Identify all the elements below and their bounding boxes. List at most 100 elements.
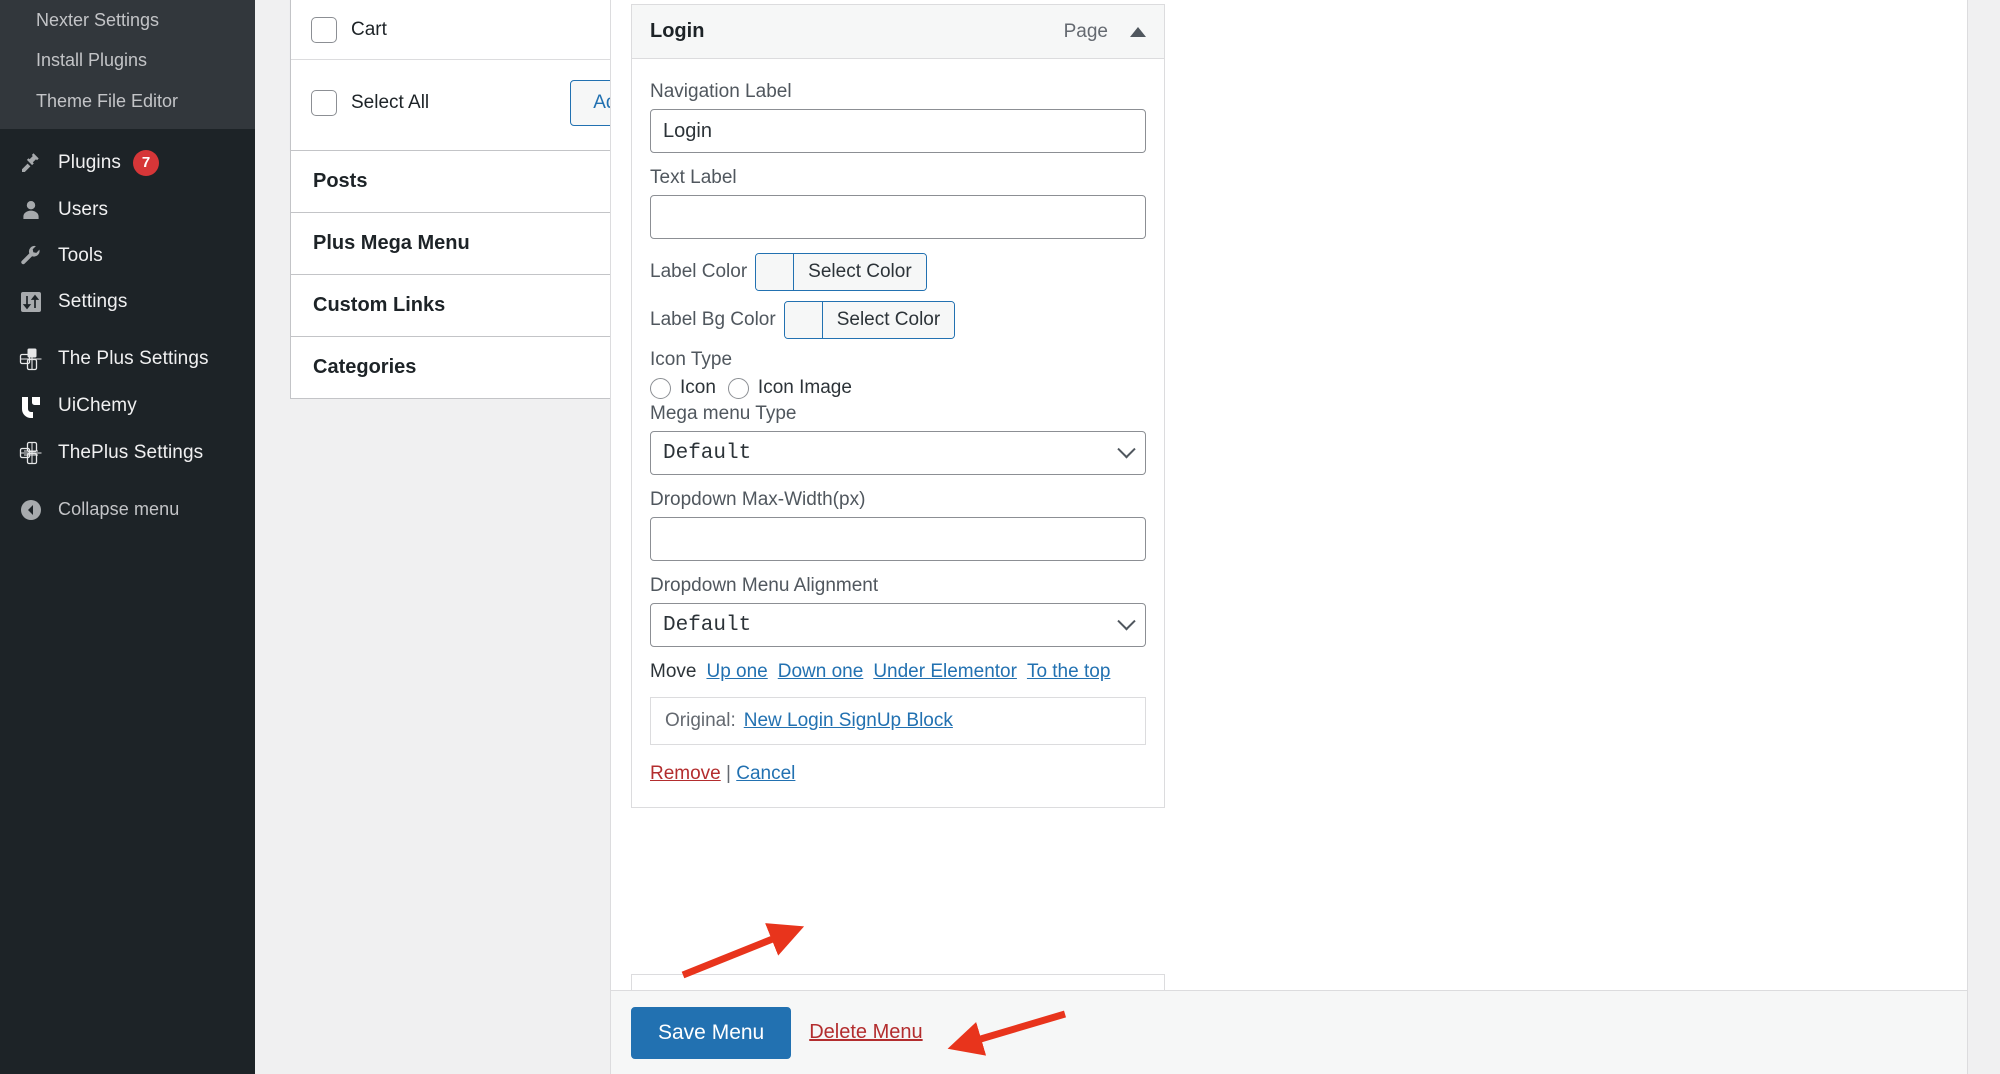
user-icon bbox=[14, 198, 48, 222]
theplus-icon bbox=[14, 440, 48, 466]
original-link[interactable]: New Login SignUp Block bbox=[744, 710, 953, 731]
move-row: Move Up one Down one Under Elementor To the … bbox=[650, 661, 1146, 683]
remove-cancel-row: Remove | Cancel bbox=[650, 763, 1146, 785]
cart-label: Cart bbox=[351, 19, 387, 41]
mega-menu-type-select[interactable]: Default bbox=[650, 431, 1146, 475]
wrench-icon bbox=[14, 244, 48, 268]
label-bg-color-select-button[interactable]: Select Color bbox=[823, 302, 955, 338]
menu-item-settings: Navigation Label Text Label Label Color … bbox=[632, 59, 1164, 807]
sidebar-item-label: Theme File Editor bbox=[36, 91, 178, 111]
menu-item-title: Login bbox=[650, 20, 704, 43]
sidebar-item-plugins[interactable]: Plugins 7 bbox=[0, 139, 255, 187]
sidebar-divider bbox=[0, 477, 255, 487]
sidebar-submenu-group: Nexter Settings Install Plugins Theme Fi… bbox=[0, 0, 255, 129]
text-label-input[interactable] bbox=[650, 195, 1146, 239]
delete-menu-link[interactable]: Delete Menu bbox=[809, 1021, 922, 1044]
icon-type-option-icon-image[interactable]: Icon Image bbox=[728, 377, 852, 399]
select-all-label: Select All bbox=[351, 92, 429, 114]
sidebar-item-label: UiChemy bbox=[58, 395, 137, 417]
chevron-down-icon bbox=[1117, 612, 1135, 630]
select-all-group[interactable]: Select All bbox=[311, 90, 429, 116]
icon-type-label: Icon Type bbox=[650, 349, 1146, 371]
dropdown-alignment-value: Default bbox=[663, 614, 751, 637]
sidebar-item-label: The Plus Settings bbox=[58, 348, 209, 370]
menu-item-login: Login Page Navigation Label Text Label L… bbox=[631, 4, 1165, 808]
uichemy-icon bbox=[14, 394, 48, 418]
sidebar-item-label: Install Plugins bbox=[36, 50, 147, 70]
label-color-select-button[interactable]: Select Color bbox=[794, 254, 926, 290]
caret-up-icon[interactable] bbox=[1130, 27, 1146, 37]
navigation-label-input[interactable] bbox=[650, 109, 1146, 153]
sidebar-item-label: Settings bbox=[58, 291, 127, 313]
dropdown-max-width-label: Dropdown Max-Width(px) bbox=[650, 489, 1146, 511]
sidebar-item-nexter-settings[interactable]: Nexter Settings bbox=[0, 0, 255, 40]
label-bg-color-picker[interactable]: Select Color bbox=[784, 301, 956, 339]
label-bg-color-label: Label Bg Color bbox=[650, 309, 776, 331]
sidebar-item-label: Tools bbox=[58, 245, 103, 267]
menu-save-bar: Save Menu Delete Menu bbox=[610, 990, 1968, 1074]
text-label-label: Text Label bbox=[650, 167, 1146, 189]
menu-item-type-label: Page bbox=[1064, 21, 1108, 43]
label-color-label: Label Color bbox=[650, 261, 747, 283]
admin-sidebar: Nexter Settings Install Plugins Theme Fi… bbox=[0, 0, 255, 1074]
menu-item-header[interactable]: Login Page bbox=[632, 5, 1164, 59]
dropdown-alignment-label: Dropdown Menu Alignment bbox=[650, 575, 1146, 597]
collapse-arrow-icon bbox=[14, 498, 48, 522]
mega-menu-type-label: Mega menu Type bbox=[650, 403, 1146, 425]
original-row: Original: New Login SignUp Block bbox=[650, 697, 1146, 745]
collapse-menu-button[interactable]: Collapse menu bbox=[0, 487, 255, 533]
sidebar-item-label: Plugins bbox=[58, 152, 121, 174]
radio-icon[interactable] bbox=[650, 378, 671, 399]
link-separator: | bbox=[726, 763, 731, 784]
mega-menu-type-value: Default bbox=[663, 442, 751, 465]
accordion-label: Categories bbox=[313, 356, 416, 379]
move-up-one-link[interactable]: Up one bbox=[706, 661, 767, 682]
icon-type-radio-group: Icon Icon Image bbox=[650, 377, 1146, 399]
sidebar-item-tools[interactable]: Tools bbox=[0, 233, 255, 279]
cancel-link[interactable]: Cancel bbox=[736, 763, 795, 784]
the-plus-icon bbox=[14, 346, 48, 372]
dropdown-max-width-input[interactable] bbox=[650, 517, 1146, 561]
sidebar-item-label: ThePlus Settings bbox=[58, 442, 203, 464]
settings-sliders-icon bbox=[14, 290, 48, 314]
accordion-label: Custom Links bbox=[313, 294, 445, 317]
select-all-checkbox[interactable] bbox=[311, 90, 337, 116]
collapse-menu-label: Collapse menu bbox=[58, 499, 179, 520]
sidebar-item-label: Users bbox=[58, 199, 108, 221]
plugins-update-count-badge: 7 bbox=[133, 150, 159, 176]
sidebar-divider bbox=[0, 325, 255, 335]
sidebar-item-theplus-settings[interactable]: ThePlus Settings bbox=[0, 429, 255, 477]
sidebar-item-label: Nexter Settings bbox=[36, 10, 159, 30]
move-down-one-link[interactable]: Down one bbox=[778, 661, 864, 682]
label-color-picker[interactable]: Select Color bbox=[755, 253, 927, 291]
move-label: Move bbox=[650, 661, 696, 682]
sidebar-item-the-plus-settings[interactable]: The Plus Settings bbox=[0, 335, 255, 383]
sidebar-item-settings[interactable]: Settings bbox=[0, 279, 255, 325]
label-bg-color-swatch bbox=[785, 302, 823, 338]
icon-type-option-label: Icon Image bbox=[758, 377, 852, 399]
label-bg-color-row: Label Bg Color Select Color bbox=[650, 301, 1146, 339]
remove-link[interactable]: Remove bbox=[650, 763, 721, 784]
work-area: Cart Select All Add to Menu Posts Plus M… bbox=[255, 0, 2000, 1074]
sidebar-item-install-plugins[interactable]: Install Plugins bbox=[0, 40, 255, 80]
original-label: Original: bbox=[665, 710, 736, 731]
navigation-label-label: Navigation Label bbox=[650, 81, 1146, 103]
accordion-label: Posts bbox=[313, 170, 367, 193]
radio-icon[interactable] bbox=[728, 378, 749, 399]
label-color-row: Label Color Select Color bbox=[650, 253, 1146, 291]
sidebar-item-uichemy[interactable]: UiChemy bbox=[0, 383, 255, 429]
move-under-elementor-link[interactable]: Under Elementor bbox=[873, 661, 1017, 682]
sidebar-item-users[interactable]: Users bbox=[0, 187, 255, 233]
plugin-icon bbox=[14, 151, 48, 175]
save-menu-button[interactable]: Save Menu bbox=[631, 1007, 791, 1059]
accordion-label: Plus Mega Menu bbox=[313, 232, 470, 255]
dropdown-alignment-select[interactable]: Default bbox=[650, 603, 1146, 647]
sidebar-item-theme-file-editor[interactable]: Theme File Editor bbox=[0, 81, 255, 121]
move-to-the-top-link[interactable]: To the top bbox=[1027, 661, 1110, 682]
icon-type-option-icon[interactable]: Icon bbox=[650, 377, 716, 399]
chevron-down-icon bbox=[1117, 440, 1135, 458]
menu-structure-panel: Login Page Navigation Label Text Label L… bbox=[610, 0, 1968, 990]
sidebar-divider bbox=[0, 129, 255, 139]
cart-checkbox[interactable] bbox=[311, 17, 337, 43]
icon-type-option-label: Icon bbox=[680, 377, 716, 399]
